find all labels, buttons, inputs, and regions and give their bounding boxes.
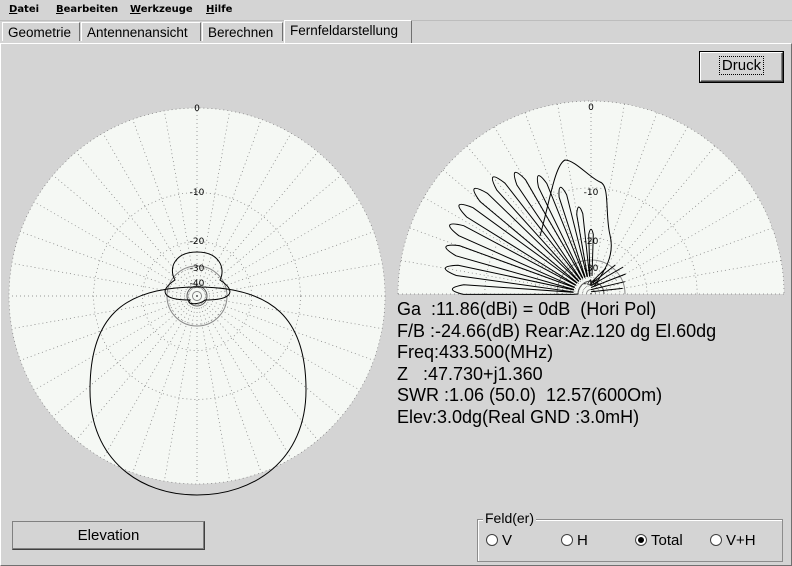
field-groupbox-title: Feld(er) — [483, 510, 537, 526]
elevation-ring-label-30: -30 — [584, 264, 599, 274]
field-radio-v[interactable]: V — [486, 532, 512, 549]
radio-vh-indicator — [710, 534, 722, 546]
farfield-plots: 0 -10 -20 -30 -40 0 -10 -20 -30 -40 — [8, 100, 785, 496]
field-groupbox: Feld(er) V H Total V+H — [477, 510, 783, 562]
impedance-line: Z :47.730+j1.360 — [397, 363, 543, 384]
radio-v-indicator — [486, 534, 498, 546]
field-radio-h[interactable]: H — [561, 532, 588, 549]
elevation-button[interactable]: Elevation — [12, 521, 205, 550]
azimuth-ring-label-10: -10 — [190, 188, 205, 198]
elevation-ring-label-10: -10 — [584, 188, 599, 198]
azimuth-ring-label-30: -30 — [190, 264, 205, 274]
azimuth-ring-label-0: 0 — [194, 104, 200, 114]
radio-h-label: H — [577, 532, 588, 549]
swr-line: SWR :1.06 (50.0) 12.57(600Om) — [397, 385, 663, 405]
frequency-line: Freq:433.500(MHz) — [397, 342, 554, 362]
elevation-ground-line: Elev:3.0dg(Real GND :3.0mH) — [397, 406, 640, 427]
field-radio-v-plus-h[interactable]: V+H — [710, 532, 756, 549]
field-radio-total[interactable]: Total — [635, 532, 683, 549]
azimuth-plot: 0 -10 -20 -30 -40 — [8, 104, 386, 496]
gain-line: Ga :11.86(dBi) = 0dB (Hori Pol) — [397, 299, 657, 319]
radio-vh-label: V+H — [726, 532, 756, 549]
elevation-ring-label-0: 0 — [588, 103, 594, 113]
azimuth-ring-label-20: -20 — [190, 237, 205, 247]
elevation-ring-label-20: -20 — [584, 237, 599, 247]
elevation-plot: 0 -10 -20 -30 -40 — [397, 100, 785, 295]
radio-h-indicator — [561, 534, 573, 546]
radio-total-label: Total — [651, 532, 683, 549]
results-text: Ga :11.86(dBi) = 0dB (Hori Pol) F/B :-24.… — [397, 299, 716, 428]
front-back-line: F/B :-24.66(dB) Rear:Az.120 dg El.60dg — [397, 320, 717, 341]
print-button-label: Druck — [718, 56, 765, 75]
tab-fernfeldarstellung[interactable]: Fernfeldarstellung — [284, 20, 412, 43]
azimuth-ring-label-40: -40 — [190, 279, 205, 289]
radio-total-indicator — [635, 534, 647, 546]
print-button[interactable]: Druck — [699, 51, 784, 83]
elevation-ring-label-40: -40 — [584, 279, 599, 289]
radio-v-label: V — [502, 532, 513, 549]
